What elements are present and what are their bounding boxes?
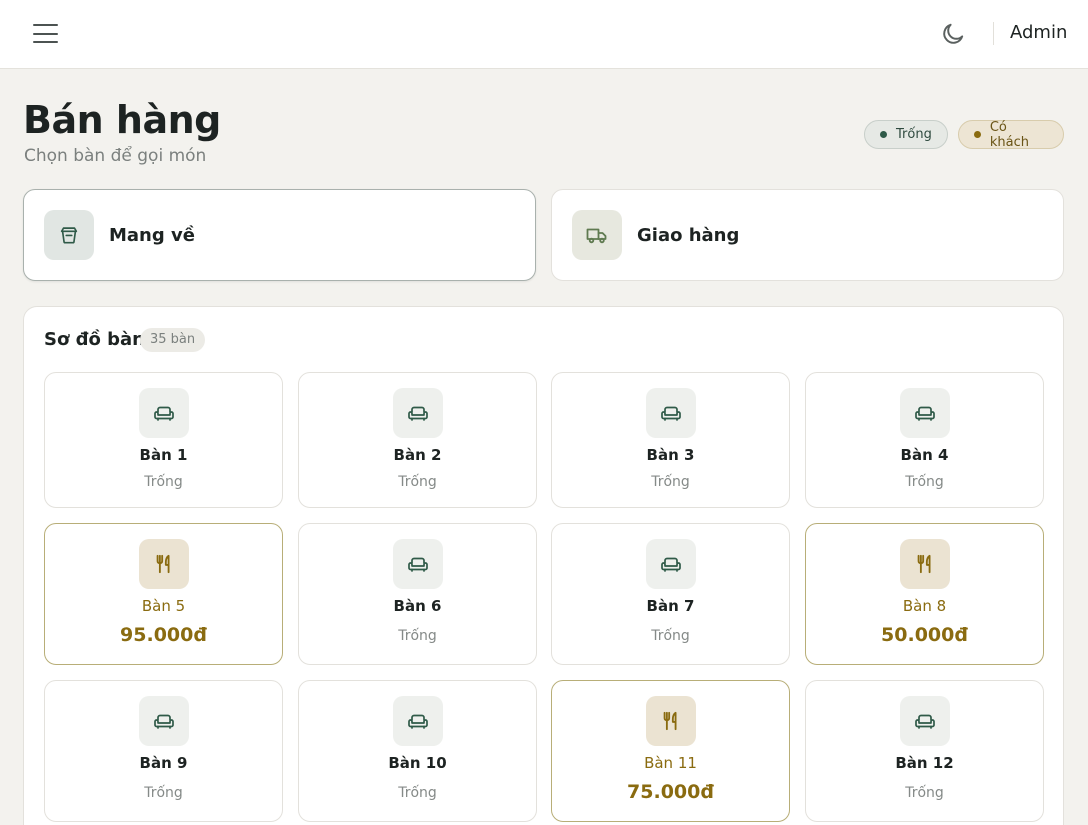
table-status: Trống (651, 474, 690, 490)
delivery-button[interactable]: Giao hàng (551, 189, 1064, 281)
table-count-badge: 35 bàn (140, 328, 206, 352)
sofa-icon (139, 388, 189, 438)
sofa-icon (139, 696, 189, 746)
table-name: Bàn 5 (141, 597, 186, 615)
table-name: Bàn 9 (139, 754, 188, 772)
table-name: Bàn 3 (646, 446, 695, 464)
cutlery-icon (646, 696, 696, 746)
table-name: Bàn 6 (393, 597, 442, 615)
table-amount: 50.000đ (881, 624, 968, 646)
sofa-icon (393, 696, 443, 746)
table-name: Bàn 10 (388, 754, 447, 772)
table-card[interactable]: Bàn 2 Trống (298, 372, 537, 508)
table-status: Trống (144, 474, 183, 490)
table-card[interactable]: Bàn 11 75.000đ (551, 680, 790, 822)
delivery-truck-icon (572, 210, 622, 260)
page-title: Bán hàng (23, 98, 221, 142)
table-card[interactable]: Bàn 8 50.000đ (805, 523, 1044, 665)
sofa-icon (646, 539, 696, 589)
table-name: Bàn 7 (646, 597, 695, 615)
top-divider (993, 22, 994, 45)
user-name[interactable]: Admin (1010, 22, 1067, 43)
legend-busy-label: Có khách (989, 119, 1029, 150)
table-name: Bàn 2 (393, 446, 442, 464)
table-card[interactable]: Bàn 1 Trống (44, 372, 283, 508)
table-name: Bàn 8 (902, 597, 947, 615)
cutlery-icon (139, 539, 189, 589)
table-name: Bàn 11 (644, 754, 697, 772)
table-status: Trống (398, 628, 437, 644)
cutlery-icon (900, 539, 950, 589)
sofa-icon (393, 539, 443, 589)
table-card[interactable]: Bàn 9 Trống (44, 680, 283, 822)
table-status: Trống (905, 474, 944, 490)
legend-busy-dot (974, 131, 981, 138)
table-status: Trống (398, 474, 437, 490)
floor-plan-panel: Sơ đồ bàn 35 bàn Bàn 1 Trống Bàn 2 Trống Bàn… (23, 306, 1064, 825)
table-status: Trống (144, 785, 183, 801)
delivery-label: Giao hàng (637, 225, 740, 246)
table-name: Bàn 12 (895, 754, 954, 772)
legend-busy-badge: Có khách (958, 119, 1064, 150)
table-amount: 75.000đ (627, 781, 714, 803)
floor-plan-title: Sơ đồ bàn (44, 329, 145, 350)
takeaway-label: Mang về (109, 225, 195, 246)
table-name: Bàn 1 (139, 446, 188, 464)
sofa-icon (393, 388, 443, 438)
sofa-icon (900, 388, 950, 438)
table-card[interactable]: Bàn 10 Trống (298, 680, 537, 822)
top-bar: Admin (0, 0, 1088, 69)
legend-empty-dot (880, 131, 887, 138)
table-card[interactable]: Bàn 6 Trống (298, 523, 537, 665)
legend-empty-badge: Trống (864, 120, 948, 149)
table-card[interactable]: Bàn 4 Trống (805, 372, 1044, 508)
table-card[interactable]: Bàn 5 95.000đ (44, 523, 283, 665)
table-status: Trống (651, 628, 690, 644)
moon-icon[interactable] (940, 21, 966, 47)
hamburger-icon[interactable] (33, 24, 58, 44)
table-amount: 95.000đ (120, 624, 207, 646)
table-status: Trống (905, 785, 944, 801)
legend-empty-label: Trống (896, 127, 932, 142)
table-card[interactable]: Bàn 12 Trống (805, 680, 1044, 822)
table-status: Trống (398, 785, 437, 801)
takeaway-bag-icon (44, 210, 94, 260)
sofa-icon (900, 696, 950, 746)
takeaway-button[interactable]: Mang về (23, 189, 536, 281)
page-subtitle: Chọn bàn để gọi món (24, 146, 207, 166)
table-card[interactable]: Bàn 3 Trống (551, 372, 790, 508)
sofa-icon (646, 388, 696, 438)
table-name: Bàn 4 (900, 446, 949, 464)
table-card[interactable]: Bàn 7 Trống (551, 523, 790, 665)
